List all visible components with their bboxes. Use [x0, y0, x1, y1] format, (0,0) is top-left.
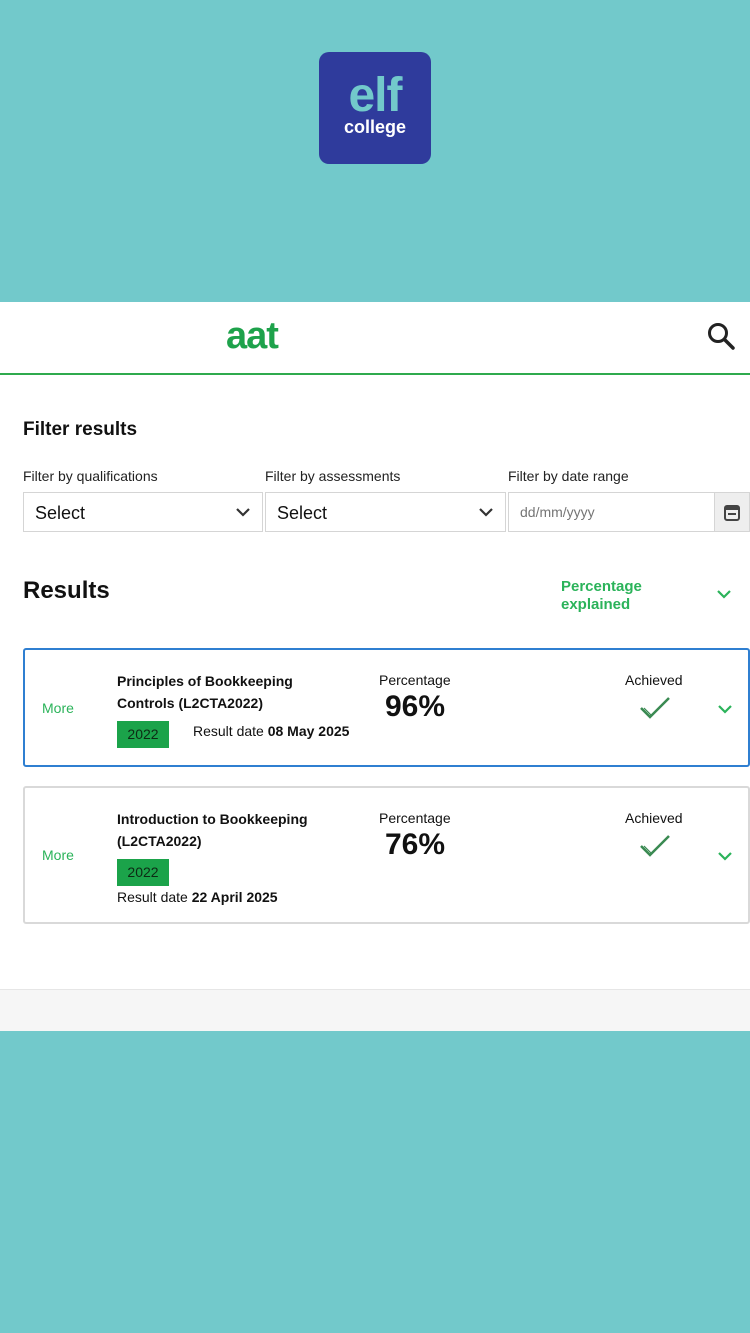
more-link[interactable]: More [42, 700, 74, 716]
result-date-value: 08 May 2025 [267, 723, 350, 739]
result-date: Result date 08 May 2025 [193, 723, 349, 739]
percentage-label: Percentage [379, 810, 451, 826]
percentage-value: 96% [385, 690, 446, 723]
course-title: Principles of Bookkeeping Controls (L2CT… [117, 673, 293, 711]
qualifications-select-value: Select [35, 503, 86, 523]
chevron-down-icon [479, 508, 493, 517]
filter-results-title: Filter results [23, 419, 138, 440]
result-date: Result date 22 April 2025 [117, 889, 278, 905]
date-range-filter-label: Filter by date range [508, 468, 629, 484]
year-badge: 2022 [117, 859, 169, 886]
percentage-value: 76% [385, 828, 446, 861]
logo-line-college: college [343, 117, 407, 137]
calendar-icon [724, 505, 740, 521]
result-date-label: Result date [117, 889, 188, 905]
checkmark-icon [640, 697, 670, 719]
assessments-select[interactable]: Select [265, 492, 506, 532]
chevron-down-icon [236, 508, 250, 517]
chevron-down-icon[interactable] [716, 589, 732, 600]
assessments-select-value: Select [277, 503, 328, 523]
date-range-input[interactable] [509, 493, 715, 531]
result-card[interactable]: More Principles of Bookkeeping Controls … [23, 648, 750, 767]
percentage-explained-toggle[interactable]: Percentage explained [561, 578, 671, 614]
qualifications-filter-label: Filter by qualifications [23, 468, 158, 484]
logo-line-elf: elf [348, 69, 402, 122]
checkmark-icon [640, 835, 670, 857]
elf-college-logo: elf college [319, 52, 431, 164]
footer-band [0, 989, 750, 1031]
calendar-button[interactable] [714, 493, 749, 531]
course-title: Introduction to Bookkeeping (L2CTA2022) [117, 811, 308, 849]
search-icon[interactable] [706, 321, 736, 351]
achieved-label: Achieved [625, 810, 683, 826]
year-badge: 2022 [117, 721, 169, 748]
result-date-value: 22 April 2025 [191, 889, 278, 905]
achieved-label: Achieved [625, 672, 683, 688]
assessments-filter-label: Filter by assessments [265, 468, 401, 484]
results-title: Results [23, 577, 110, 604]
aat-logo[interactable]: aat [226, 315, 279, 358]
site-header: aat [0, 302, 750, 375]
percentage-label: Percentage [379, 672, 451, 688]
chevron-down-icon[interactable] [717, 851, 733, 862]
page: elf college aat Filter results Filter by… [0, 0, 750, 1333]
result-card[interactable]: More Introduction to Bookkeeping (L2CTA2… [23, 786, 750, 924]
date-range-field [508, 492, 750, 532]
qualifications-select[interactable]: Select [23, 492, 263, 532]
result-date-label: Result date [193, 723, 264, 739]
results-panel: aat Filter results Filter by qualificati… [0, 302, 750, 1031]
chevron-down-icon[interactable] [717, 704, 733, 715]
more-link[interactable]: More [42, 847, 74, 863]
